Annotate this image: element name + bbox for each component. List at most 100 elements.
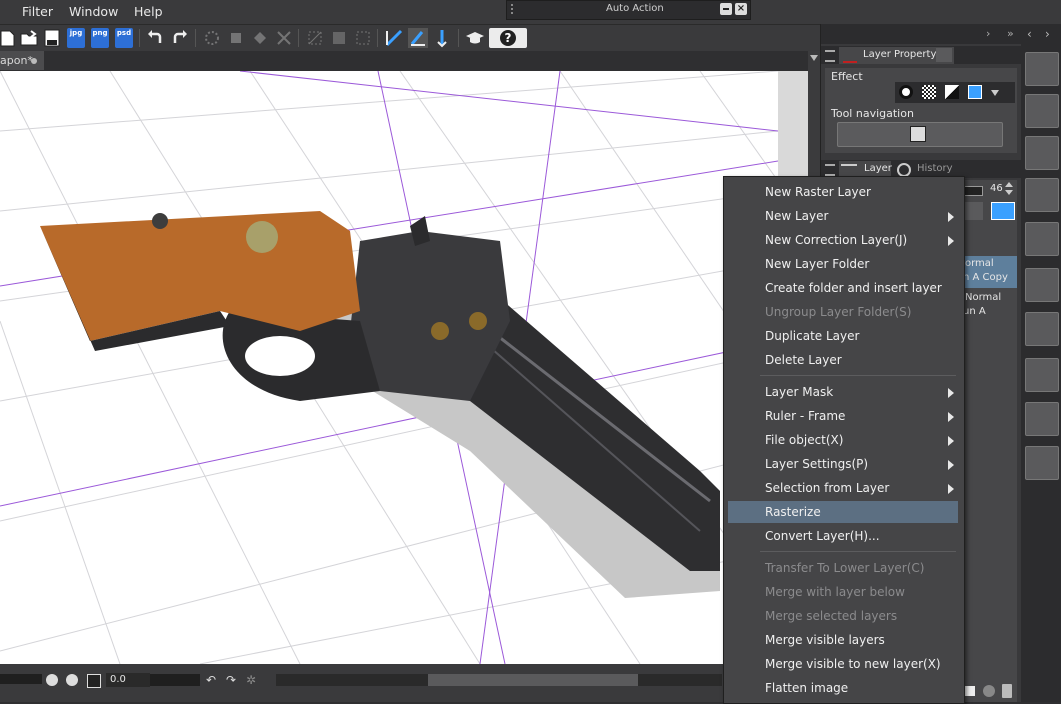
layer-color-swatch-icon[interactable]: [968, 85, 982, 99]
fill-icon[interactable]: [250, 28, 270, 48]
sub-tool-palette-icon[interactable]: [1025, 268, 1059, 302]
selection-border-icon[interactable]: [353, 28, 373, 48]
help-button[interactable]: ?: [489, 28, 527, 48]
material-palette-icon[interactable]: [1025, 136, 1059, 170]
rotation-field[interactable]: 0.0: [106, 673, 150, 687]
opacity-value[interactable]: 46: [990, 183, 1003, 194]
export-png-icon[interactable]: png: [91, 28, 109, 48]
tab-layer-label: Layer: [864, 163, 892, 174]
snap-special-ruler-icon[interactable]: [408, 28, 428, 48]
decrement-icon[interactable]: [1005, 190, 1013, 195]
rotate-left-icon[interactable]: ↶: [206, 673, 216, 687]
panel-menu-icon[interactable]: [825, 164, 835, 176]
auto-action-palette[interactable]: Auto Action ×: [506, 0, 751, 20]
zoom-in-icon[interactable]: [66, 674, 78, 686]
increment-icon[interactable]: [1005, 182, 1013, 187]
user-palette-icon[interactable]: [1025, 52, 1059, 86]
grip-icon[interactable]: [511, 4, 521, 14]
menu-item-merge-visible-to-new-layer-x[interactable]: Merge visible to new layer(X): [728, 653, 958, 675]
invert-selection-icon[interactable]: [329, 28, 349, 48]
open-folder-icon[interactable]: [19, 28, 39, 48]
menu-filter[interactable]: Filter: [22, 4, 53, 19]
scroll-arrow-icon[interactable]: [810, 55, 818, 61]
layer-color-icon[interactable]: [945, 85, 959, 99]
material-palette-icon[interactable]: [1025, 222, 1059, 256]
image-material-icon[interactable]: [1025, 312, 1059, 346]
close-icon[interactable]: ×: [735, 3, 747, 15]
menu-item-merge-visible-layers[interactable]: Merge visible layers: [728, 629, 958, 651]
menu-item-new-layer-folder[interactable]: New Layer Folder: [728, 253, 958, 275]
menu-item-ruler-frame[interactable]: Ruler - Frame: [728, 405, 958, 427]
fit-screen-icon[interactable]: [87, 674, 101, 688]
menu-item-new-raster-layer[interactable]: New Raster Layer: [728, 181, 958, 203]
zoom-out-icon[interactable]: [46, 674, 58, 686]
snap-grid-icon[interactable]: [432, 28, 452, 48]
export-jpg-icon[interactable]: jpg: [67, 28, 85, 48]
mask-icon[interactable]: [983, 685, 995, 697]
menu-item-layer-mask[interactable]: Layer Mask: [728, 381, 958, 403]
toolbar-divider: [458, 29, 459, 47]
zoom-slider[interactable]: [0, 674, 42, 684]
close-tab-icon[interactable]: [31, 58, 37, 64]
menu-item-merge-selected-layers[interactable]: Merge selected layers: [728, 605, 958, 627]
second-property-tab-icon[interactable]: [936, 48, 952, 62]
rotate-right-icon[interactable]: ↷: [226, 673, 236, 687]
menu-item-file-object-x[interactable]: File object(X): [728, 429, 958, 451]
graduation-cap-icon[interactable]: [465, 28, 485, 48]
export-png-label: png: [92, 29, 108, 37]
chevron-left-icon[interactable]: ‹: [1027, 27, 1032, 41]
snap-ruler-icon[interactable]: [384, 28, 404, 48]
reset-rotation-icon[interactable]: ✲: [246, 673, 256, 687]
menu-item-create-folder-and-insert-layer[interactable]: Create folder and insert layer: [728, 277, 958, 299]
redo-icon[interactable]: [170, 28, 190, 48]
menu-window[interactable]: Window: [69, 4, 118, 19]
menu-help[interactable]: Help: [134, 4, 163, 19]
collapse-icon[interactable]: ›: [986, 27, 990, 40]
export-psd-label: psd: [116, 29, 132, 37]
transform-icon[interactable]: [226, 28, 246, 48]
new-layer-icon[interactable]: [965, 686, 975, 696]
export-psd-icon[interactable]: psd: [115, 28, 133, 48]
effect-label: Effect: [831, 70, 863, 83]
panel-menu-icon[interactable]: [825, 50, 835, 62]
crop-icon[interactable]: [274, 28, 294, 48]
navigator-palette-icon[interactable]: [1025, 94, 1059, 128]
menu-item-selection-from-layer[interactable]: Selection from Layer: [728, 477, 958, 499]
deselect-icon[interactable]: [305, 28, 325, 48]
menu-item-rasterize[interactable]: Rasterize: [728, 501, 958, 523]
border-effect-icon[interactable]: [899, 85, 913, 99]
menu-item-convert-layer-h[interactable]: Convert Layer(H)...: [728, 525, 958, 547]
rotation-slider[interactable]: [150, 674, 200, 686]
chevron-right-icon[interactable]: ›: [1045, 27, 1050, 41]
menu-item-merge-with-layer-below[interactable]: Merge with layer below: [728, 581, 958, 603]
layer-color-button-icon[interactable]: [991, 202, 1015, 220]
tool-navigation-button[interactable]: [837, 122, 1003, 147]
save-icon[interactable]: [42, 28, 62, 48]
undo-icon[interactable]: [145, 28, 165, 48]
canvas[interactable]: [0, 71, 778, 664]
menu-item-ungroup-layer-folder-s[interactable]: Ungroup Layer Folder(S): [728, 301, 958, 323]
trash-icon[interactable]: [1002, 684, 1012, 698]
document-tab[interactable]: apon*: [0, 51, 44, 70]
3d-figure-icon[interactable]: [1025, 446, 1059, 480]
tone-effect-icon[interactable]: [922, 85, 936, 99]
layer-property-header: Layer Property: [821, 46, 1021, 64]
menu-item-flatten-image[interactable]: Flatten image: [728, 677, 958, 699]
chevron-down-icon[interactable]: [991, 90, 999, 96]
material-palette-icon[interactable]: [1025, 178, 1059, 212]
new-file-icon[interactable]: [0, 28, 20, 48]
menu-item-new-correction-layer-j[interactable]: New Correction Layer(J): [728, 229, 958, 251]
layer-row[interactable]: Normal un A: [959, 290, 1017, 322]
menu-item-duplicate-layer[interactable]: Duplicate Layer: [728, 325, 958, 347]
menu-item-transfer-to-lower-layer-c[interactable]: Transfer To Lower Layer(C): [728, 557, 958, 579]
menu-item-new-layer[interactable]: New Layer: [728, 205, 958, 227]
minimize-icon[interactable]: [720, 3, 732, 15]
horizontal-scroll-thumb[interactable]: [428, 674, 638, 686]
menu-item-delete-layer[interactable]: Delete Layer: [728, 349, 958, 371]
user-palette-icon[interactable]: [1025, 358, 1059, 392]
3d-object-icon[interactable]: [1025, 402, 1059, 436]
menu-item-layer-settings-p[interactable]: Layer Settings(P): [728, 453, 958, 475]
clear-icon[interactable]: [202, 28, 222, 48]
layer-row-selected[interactable]: ormal n A Copy: [959, 256, 1017, 288]
expand-icon[interactable]: »: [1007, 27, 1014, 40]
